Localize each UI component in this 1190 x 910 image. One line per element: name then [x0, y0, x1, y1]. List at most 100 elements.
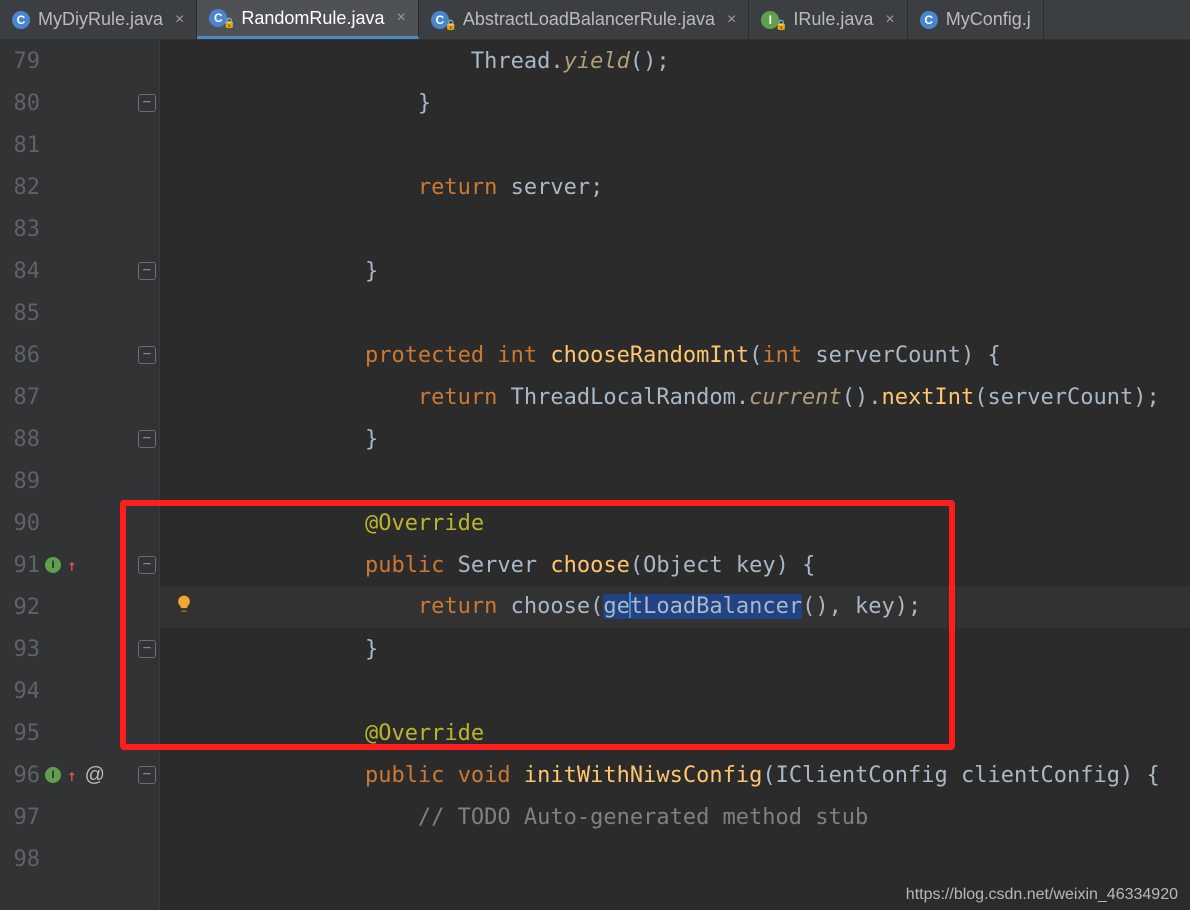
line-number: 94	[0, 679, 40, 704]
intention-bulb-icon[interactable]	[174, 594, 194, 620]
fold-toggle[interactable]: −	[138, 430, 156, 448]
watermark: https://blog.csdn.net/weixin_46334920	[906, 886, 1178, 904]
line-number: 79	[0, 49, 40, 74]
code-text: }	[160, 637, 378, 662]
line-number: 92	[0, 595, 40, 620]
gutter-row: 82	[0, 166, 159, 208]
tab-irule-java[interactable]: I🔒IRule.java×	[749, 0, 907, 39]
line-number: 95	[0, 721, 40, 746]
code-text: }	[160, 259, 378, 284]
editor-tabs: CMyDiyRule.java×C🔒RandomRule.java×C🔒Abst…	[0, 0, 1190, 40]
line-number: 80	[0, 91, 40, 116]
code-line[interactable]: }	[160, 418, 1190, 460]
gutter-row: 81	[0, 124, 159, 166]
code-line[interactable]	[160, 460, 1190, 502]
code-line[interactable]: }	[160, 250, 1190, 292]
fold-toggle[interactable]: −	[138, 346, 156, 364]
gutter-row: 85	[0, 292, 159, 334]
gutter-row: 94	[0, 670, 159, 712]
code-line[interactable]	[160, 670, 1190, 712]
line-number: 97	[0, 805, 40, 830]
code-line[interactable]	[160, 838, 1190, 880]
code-line[interactable]: return choose(getLoadBalancer(), key);	[160, 586, 1190, 628]
code-line[interactable]: protected int chooseRandomInt(int server…	[160, 334, 1190, 376]
code-line[interactable]: }	[160, 82, 1190, 124]
tab-myconfig-j[interactable]: CMyConfig.j	[908, 0, 1044, 39]
code-text: public void initWithNiwsConfig(IClientCo…	[160, 763, 1160, 788]
tab-abstractloadbalancerrule-java[interactable]: C🔒AbstractLoadBalancerRule.java×	[419, 0, 750, 39]
code-line[interactable]: }	[160, 628, 1190, 670]
code-text: return choose(getLoadBalancer(), key);	[160, 594, 921, 620]
tab-label: AbstractLoadBalancerRule.java	[463, 9, 715, 30]
text-cursor	[629, 592, 631, 618]
gutter-row: 86 −	[0, 334, 159, 376]
code-text: @Override	[160, 511, 484, 536]
gutter-row: 84 −	[0, 250, 159, 292]
close-icon[interactable]: ×	[885, 11, 894, 29]
gutter-row: 97	[0, 796, 159, 838]
code-text: protected int chooseRandomInt(int server…	[160, 343, 1001, 368]
gutter-row: 92	[0, 586, 159, 628]
gutter-row: 89	[0, 460, 159, 502]
line-number: 86	[0, 343, 40, 368]
code-line[interactable]: Thread.yield();	[160, 40, 1190, 82]
line-number: 84	[0, 259, 40, 284]
code-line[interactable]	[160, 292, 1190, 334]
tab-mydiyrule-java[interactable]: C MyDiyRule.java ×	[0, 0, 197, 39]
code-area[interactable]: Thread.yield(); } return server; } prote…	[160, 40, 1190, 910]
code-line[interactable]: // TODO Auto-generated method stub	[160, 796, 1190, 838]
tab-randomrule-java[interactable]: C🔒RandomRule.java×	[197, 0, 418, 39]
line-number: 93	[0, 637, 40, 662]
code-text: }	[160, 427, 378, 452]
tab-label: MyDiyRule.java	[38, 9, 163, 30]
code-line[interactable]: @Override	[160, 502, 1190, 544]
line-number: 83	[0, 217, 40, 242]
code-text: return server;	[160, 175, 603, 200]
code-line[interactable]	[160, 124, 1190, 166]
line-number: 96	[0, 763, 40, 788]
implements-icon[interactable]: I	[45, 767, 61, 783]
override-arrow-icon[interactable]: ↑	[67, 766, 77, 785]
close-icon[interactable]: ×	[175, 11, 184, 29]
line-number: 88	[0, 427, 40, 452]
code-line[interactable]: public Server choose(Object key) {	[160, 544, 1190, 586]
implements-icon[interactable]: I	[45, 557, 61, 573]
fold-toggle[interactable]: −	[138, 640, 156, 658]
close-icon[interactable]: ×	[396, 9, 405, 27]
tab-label: RandomRule.java	[241, 8, 384, 29]
code-text: public Server choose(Object key) {	[160, 553, 815, 578]
annotation-icon: @	[85, 764, 105, 787]
code-line[interactable]: @Override	[160, 712, 1190, 754]
line-number: 89	[0, 469, 40, 494]
fold-toggle[interactable]: −	[138, 94, 156, 112]
line-number: 91	[0, 553, 40, 578]
editor: 79 80 − 81 82 83 84 − 85 86 − 87 88 − 89 90 91 I ↑ − 92 93 − 94…	[0, 40, 1190, 910]
gutter-row: 93 −	[0, 628, 159, 670]
line-number: 87	[0, 385, 40, 410]
code-line[interactable]: return ThreadLocalRandom.current().nextI…	[160, 376, 1190, 418]
code-line[interactable]: return server;	[160, 166, 1190, 208]
line-number: 82	[0, 175, 40, 200]
tab-label: IRule.java	[793, 9, 873, 30]
code-line[interactable]	[160, 208, 1190, 250]
override-arrow-icon[interactable]: ↑	[67, 556, 77, 575]
fold-toggle[interactable]: −	[138, 766, 156, 784]
line-number: 85	[0, 301, 40, 326]
gutter: 79 80 − 81 82 83 84 − 85 86 − 87 88 − 89 90 91 I ↑ − 92 93 − 94…	[0, 40, 160, 910]
code-text: @Override	[160, 721, 484, 746]
fold-toggle[interactable]: −	[138, 556, 156, 574]
code-line[interactable]: public void initWithNiwsConfig(IClientCo…	[160, 754, 1190, 796]
gutter-row: 91 I ↑ −	[0, 544, 159, 586]
close-icon[interactable]: ×	[727, 11, 736, 29]
code-text: // TODO Auto-generated method stub	[160, 805, 868, 830]
line-number: 90	[0, 511, 40, 536]
lock-icon: 🔒	[775, 20, 785, 30]
gutter-row: 96 I ↑ @ −	[0, 754, 159, 796]
line-number: 81	[0, 133, 40, 158]
fold-toggle[interactable]: −	[138, 262, 156, 280]
gutter-row: 79	[0, 40, 159, 82]
gutter-row: 88 −	[0, 418, 159, 460]
class-icon: C	[12, 11, 30, 29]
class-icon: C	[920, 11, 938, 29]
gutter-row: 98	[0, 838, 159, 880]
